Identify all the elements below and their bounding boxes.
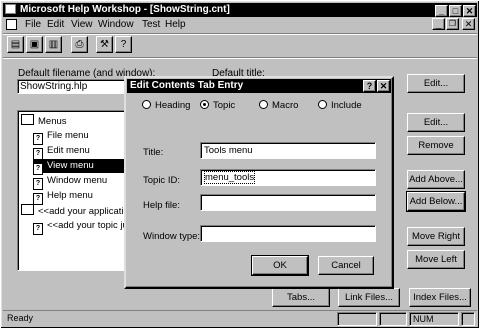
radio-macro-dot [259, 100, 268, 109]
help-book-icon [5, 4, 16, 14]
tree-item-add-topic[interactable]: ?<<add your topic jumps>> [33, 219, 124, 235]
window-type-label: Window type: [143, 231, 201, 242]
mdi-close-button[interactable]: ✕ [462, 18, 475, 30]
topic-id-field[interactable]: menu_tools [200, 169, 376, 186]
dialog-title-bar[interactable]: Edit Contents Tab Entry ? ✕ [127, 79, 391, 93]
ok-button[interactable]: OK [251, 255, 309, 276]
status-cell-1 [337, 312, 377, 326]
dialog-help-button[interactable]: ? [363, 80, 376, 92]
tree-item-edit-menu[interactable]: ? Edit menu [33, 144, 90, 160]
menu-window[interactable]: Window [98, 19, 134, 30]
window-type-field[interactable] [200, 225, 376, 242]
delete-icon[interactable]: ▥ [45, 36, 62, 53]
close-button[interactable]: ✕ [463, 5, 476, 17]
topic-id-label: Topic ID: [143, 175, 180, 186]
tree-item-add-application[interactable]: <<add your application>> [21, 204, 124, 218]
edit-button[interactable]: Edit... [407, 113, 465, 132]
radio-macro[interactable]: Macro [259, 100, 298, 111]
contents-tree[interactable]: Menus ? File menu ? Edit menu ? View menu ?… [17, 110, 125, 271]
menu-edit[interactable]: Edit [47, 19, 64, 30]
default-filename-field[interactable]: ShowString.hlp [17, 79, 133, 94]
topic-icon: ? [33, 223, 43, 235]
menu-help[interactable]: Help [165, 19, 186, 30]
save-icon[interactable]: ▣ [26, 36, 43, 53]
index-files-button[interactable]: Index Files... [409, 288, 471, 307]
cancel-button[interactable]: Cancel [318, 256, 374, 275]
window-title: Microsoft Help Workshop - [ShowString.cn… [20, 4, 230, 15]
book-icon [21, 204, 34, 215]
tree-item-window-menu[interactable]: ? Window menu [33, 174, 107, 190]
radio-heading-dot [142, 100, 151, 109]
help-file-label: Help file: [143, 200, 180, 211]
title-bar[interactable]: Microsoft Help Workshop - [ShowString.cn… [3, 3, 477, 17]
new-icon[interactable]: ▤ [7, 36, 24, 53]
radio-topic-dot [200, 100, 209, 109]
doc-icon[interactable] [6, 19, 17, 30]
help-file-field[interactable] [200, 194, 376, 211]
toolbar-divider [3, 33, 477, 35]
tree-item-file-menu[interactable]: ? File menu [33, 129, 89, 145]
help-icon[interactable]: ? [115, 36, 132, 53]
menu-view[interactable]: View [71, 19, 93, 30]
status-num: NUM [409, 312, 459, 326]
radio-include[interactable]: Include [318, 100, 362, 111]
book-icon [21, 114, 34, 125]
print-icon[interactable]: ⎙ [71, 36, 88, 53]
radio-include-dot [318, 100, 327, 109]
link-files-button[interactable]: Link Files... [338, 288, 400, 307]
move-right-button[interactable]: Move Right [407, 227, 465, 246]
tree-item-help-menu[interactable]: ? Help menu [33, 189, 93, 205]
add-above-button[interactable]: Add Above... [407, 170, 465, 189]
tree-item-view-menu[interactable]: ? View menu [33, 159, 124, 175]
status-cell-2 [379, 312, 407, 326]
mdi-minimize-button[interactable]: _ [432, 18, 445, 30]
tree-item-menus[interactable]: Menus [21, 114, 67, 128]
dialog-title: Edit Contents Tab Entry [130, 80, 244, 91]
tabs-button[interactable]: Tabs... [272, 288, 330, 307]
app-window: Microsoft Help Workshop - [ShowString.cn… [0, 0, 480, 329]
mdi-restore-button[interactable]: ❐ [446, 18, 459, 30]
status-bar-top-line [3, 310, 477, 311]
minimize-button[interactable]: _ [435, 5, 448, 17]
move-left-button[interactable]: Move Left [407, 250, 465, 269]
radio-topic[interactable]: Topic [200, 100, 235, 111]
edit-top-button[interactable]: Edit... [407, 74, 465, 93]
menu-test[interactable]: Test [142, 19, 160, 30]
title-label: Title: [143, 147, 164, 158]
menu-file[interactable]: File [25, 19, 41, 30]
dialog-close-button[interactable]: ✕ [377, 80, 390, 92]
toolbar-bottom-divider [3, 57, 477, 59]
radio-heading[interactable]: Heading [142, 100, 190, 111]
maximize-button[interactable]: □ [449, 5, 462, 17]
default-filename-value: ShowString.hlp [20, 81, 88, 92]
status-text: Ready [7, 313, 34, 323]
add-below-button[interactable]: Add Below... [406, 191, 466, 212]
status-cell-4 [461, 312, 475, 326]
title-field[interactable]: Tools menu [200, 142, 376, 159]
compile-icon[interactable]: ⚒ [96, 36, 113, 53]
remove-button[interactable]: Remove [407, 136, 465, 155]
